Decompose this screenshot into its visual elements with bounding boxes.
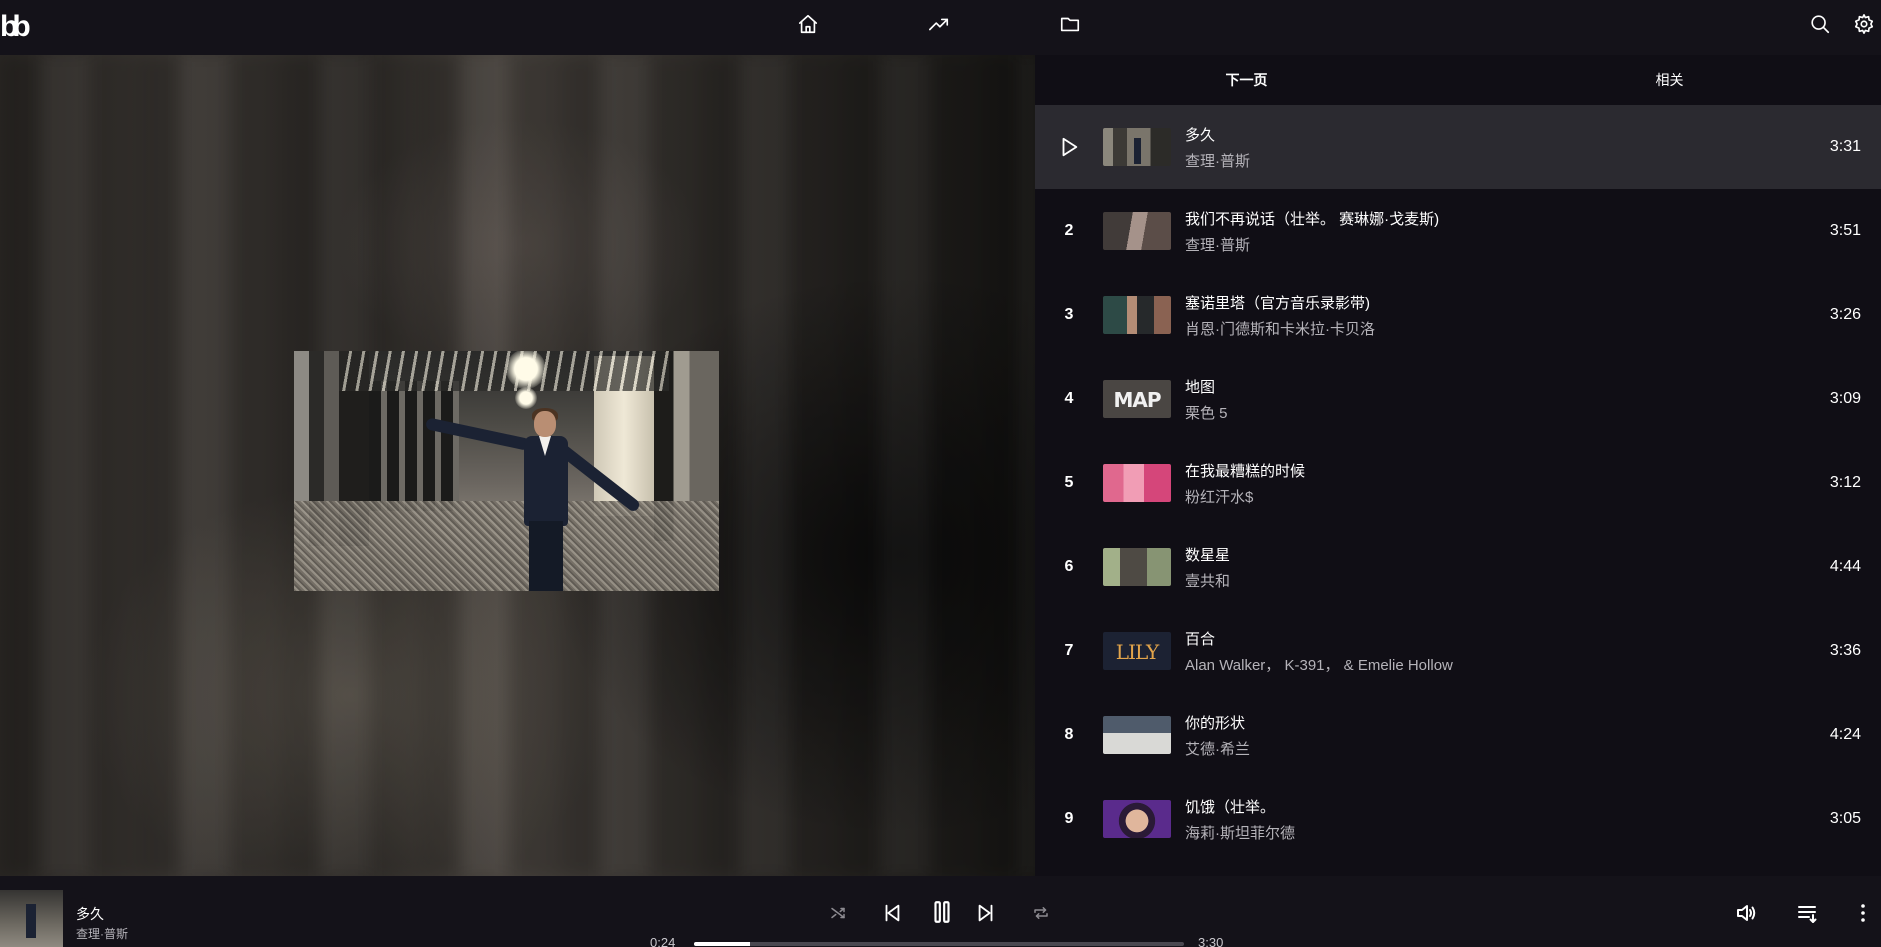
queue-item-title: 数星星 [1185,546,1231,564]
queue-item-artist[interactable]: Alan Walker， K-391， & Emelie Hollow [1185,654,1881,675]
queue-item[interactable]: 5 在我最糟糕的时候 粉红汗水$ 3:12 [1035,441,1881,525]
queue-item-duration: 3:36 [1829,642,1861,659]
queue-item-duration: 3:05 [1829,810,1861,827]
video-player-area[interactable] [0,55,1035,876]
queue-item-title: 在我最糟糕的时候 [1185,462,1306,480]
queue-item-duration: 3:09 [1829,390,1861,407]
queue-item-index: 3 [1064,306,1074,323]
panel-tabs: 下一页 相关 [1035,55,1881,105]
home-icon[interactable] [794,10,822,38]
queue-item-thumbnail-text: MAP [1113,388,1161,412]
queue-item-index: 7 [1064,642,1074,659]
queue-item-thumbnail [1103,212,1171,250]
queue-item[interactable]: 6 数星星 壹共和 4:44 [1035,525,1881,609]
queue-item-artist[interactable]: 艾德·希兰 [1185,738,1881,759]
queue-item-index: 8 [1064,726,1074,743]
queue-item[interactable]: 2 我们不再说话（壮举。 赛琳娜·戈麦斯) 查理·普斯 3:51 [1035,189,1881,273]
queue-item-thumbnail [1103,296,1171,334]
queue-item-index: 6 [1064,558,1074,575]
queue-item-thumbnail [1103,464,1171,502]
queue-list: 多久 查理·普斯 3:31 2 我们不再说话（壮举。 赛琳娜·戈麦斯) 查理·普… [1035,105,1881,861]
queue-item-title: 我们不再说话（壮举。 赛琳娜·戈麦斯) [1185,210,1440,228]
queue-item-duration: 4:24 [1829,726,1861,743]
next-track-icon[interactable] [971,898,1001,928]
app-logo[interactable]: bb [0,10,31,44]
queue-item-duration: 3:26 [1829,306,1861,323]
queue-item-title: 地图 [1185,378,1216,396]
queue-item-thumbnail [1103,548,1171,586]
queue-panel: 下一页 相关 多久 查理·普斯 3:31 2 我们不再说话（壮举。 赛琳娜·戈麦… [1035,55,1881,876]
queue-item[interactable]: 8 你的形状 艾德·希兰 4:24 [1035,693,1881,777]
current-time: 0:24 [650,935,676,947]
queue-item-artist[interactable]: 查理·普斯 [1185,234,1881,255]
queue-item[interactable]: 3 塞诺里塔（官方音乐录影带) 肖恩·门德斯和卡米拉·卡贝洛 3:26 [1035,273,1881,357]
queue-item-title: 塞诺里塔（官方音乐录影带) [1185,294,1370,312]
library-icon[interactable] [1056,10,1084,38]
queue-item-thumbnail: LILY [1103,632,1171,670]
previous-track-icon[interactable] [877,898,907,928]
more-options-icon[interactable] [1850,897,1876,929]
total-time: 3:30 [1198,935,1224,947]
queue-item-index: 9 [1064,810,1074,827]
queue-item-title: 你的形状 [1185,714,1246,732]
queue-item-artist[interactable]: 肖恩·门德斯和卡米拉·卡贝洛 [1185,318,1881,339]
search-icon[interactable] [1806,10,1834,38]
queue-item-artist[interactable]: 查理·普斯 [1185,150,1881,171]
pause-icon[interactable] [924,894,960,930]
shuffle-icon[interactable] [825,900,851,926]
now-playing-title[interactable]: 多久 [76,904,104,924]
queue-item-title: 多久 [1185,126,1216,144]
top-bar: bb [0,0,1881,55]
tab-up-next[interactable]: 下一页 [1035,55,1458,105]
now-playing-thumbnail[interactable] [0,890,63,947]
queue-item-duration: 4:44 [1829,558,1861,575]
queue-item-duration: 3:31 [1829,138,1861,155]
queue-item-duration: 3:12 [1829,474,1861,491]
queue-item[interactable]: 4 MAP 地图 栗色 5 3:09 [1035,357,1881,441]
queue-item-index: 5 [1064,474,1074,491]
queue-item-index: 2 [1064,222,1074,239]
video-frame[interactable] [294,351,719,591]
progress-bar[interactable] [694,942,1184,946]
player-bar: 多久 查理·普斯 0:24 3:30 [0,876,1881,947]
queue-item-title: 饥饿（壮举。 [1185,798,1276,816]
progress-fill [694,942,750,946]
volume-icon[interactable] [1730,897,1762,929]
now-playing-artist[interactable]: 查理·普斯 [76,925,128,942]
repeat-icon[interactable] [1028,900,1054,926]
queue-item-duration: 3:51 [1829,222,1861,239]
queue-item[interactable]: 多久 查理·普斯 3:31 [1035,105,1881,189]
queue-item-thumbnail [1103,716,1171,754]
trending-icon[interactable] [925,10,953,38]
play-icon[interactable] [1035,136,1103,158]
queue-item-thumbnail: MAP [1103,380,1171,418]
video-subject [425,408,642,591]
queue-item-thumbnail-text: LILY [1115,640,1159,664]
queue-item-title: 百合 [1185,630,1216,648]
queue-item-artist[interactable]: 海莉·斯坦菲尔德 [1185,822,1881,843]
queue-item-index: 4 [1064,390,1074,407]
queue-item[interactable]: 7 LILY 百合 Alan Walker， K-391， & Emelie H… [1035,609,1881,693]
settings-gear-icon[interactable] [1850,10,1878,38]
queue-item-thumbnail [1103,128,1171,166]
queue-item-artist[interactable]: 栗色 5 [1185,402,1881,423]
queue-item-thumbnail [1103,800,1171,838]
queue-item-artist[interactable]: 粉红汗水$ [1185,486,1881,507]
queue-item[interactable]: 9 饥饿（壮举。 海莉·斯坦菲尔德 3:05 [1035,777,1881,861]
queue-item-artist[interactable]: 壹共和 [1185,570,1881,591]
tab-related[interactable]: 相关 [1458,55,1881,105]
queue-list-icon[interactable] [1792,897,1824,929]
